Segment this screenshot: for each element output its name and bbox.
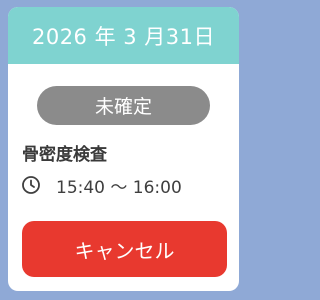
- appointment-date-header: 2026 年 3 月31日: [8, 7, 239, 64]
- status-badge: 未確定: [37, 86, 210, 125]
- cancel-button[interactable]: キャンセル: [22, 221, 227, 277]
- appointment-time-row: 15:40 〜 16:00: [21, 173, 182, 198]
- exam-name: 骨密度検査: [22, 145, 107, 165]
- appointment-card: 2026 年 3 月31日 未確定 骨密度検査 15:40 〜 16:00 キャ…: [8, 7, 239, 291]
- appointment-time: 15:40 〜 16:00: [56, 177, 182, 198]
- status-label: 未確定: [94, 96, 152, 118]
- cancel-button-label: キャンセル: [74, 238, 175, 263]
- appointment-date: 2026 年 3 月31日: [31, 24, 216, 49]
- clock-icon: [21, 175, 41, 195]
